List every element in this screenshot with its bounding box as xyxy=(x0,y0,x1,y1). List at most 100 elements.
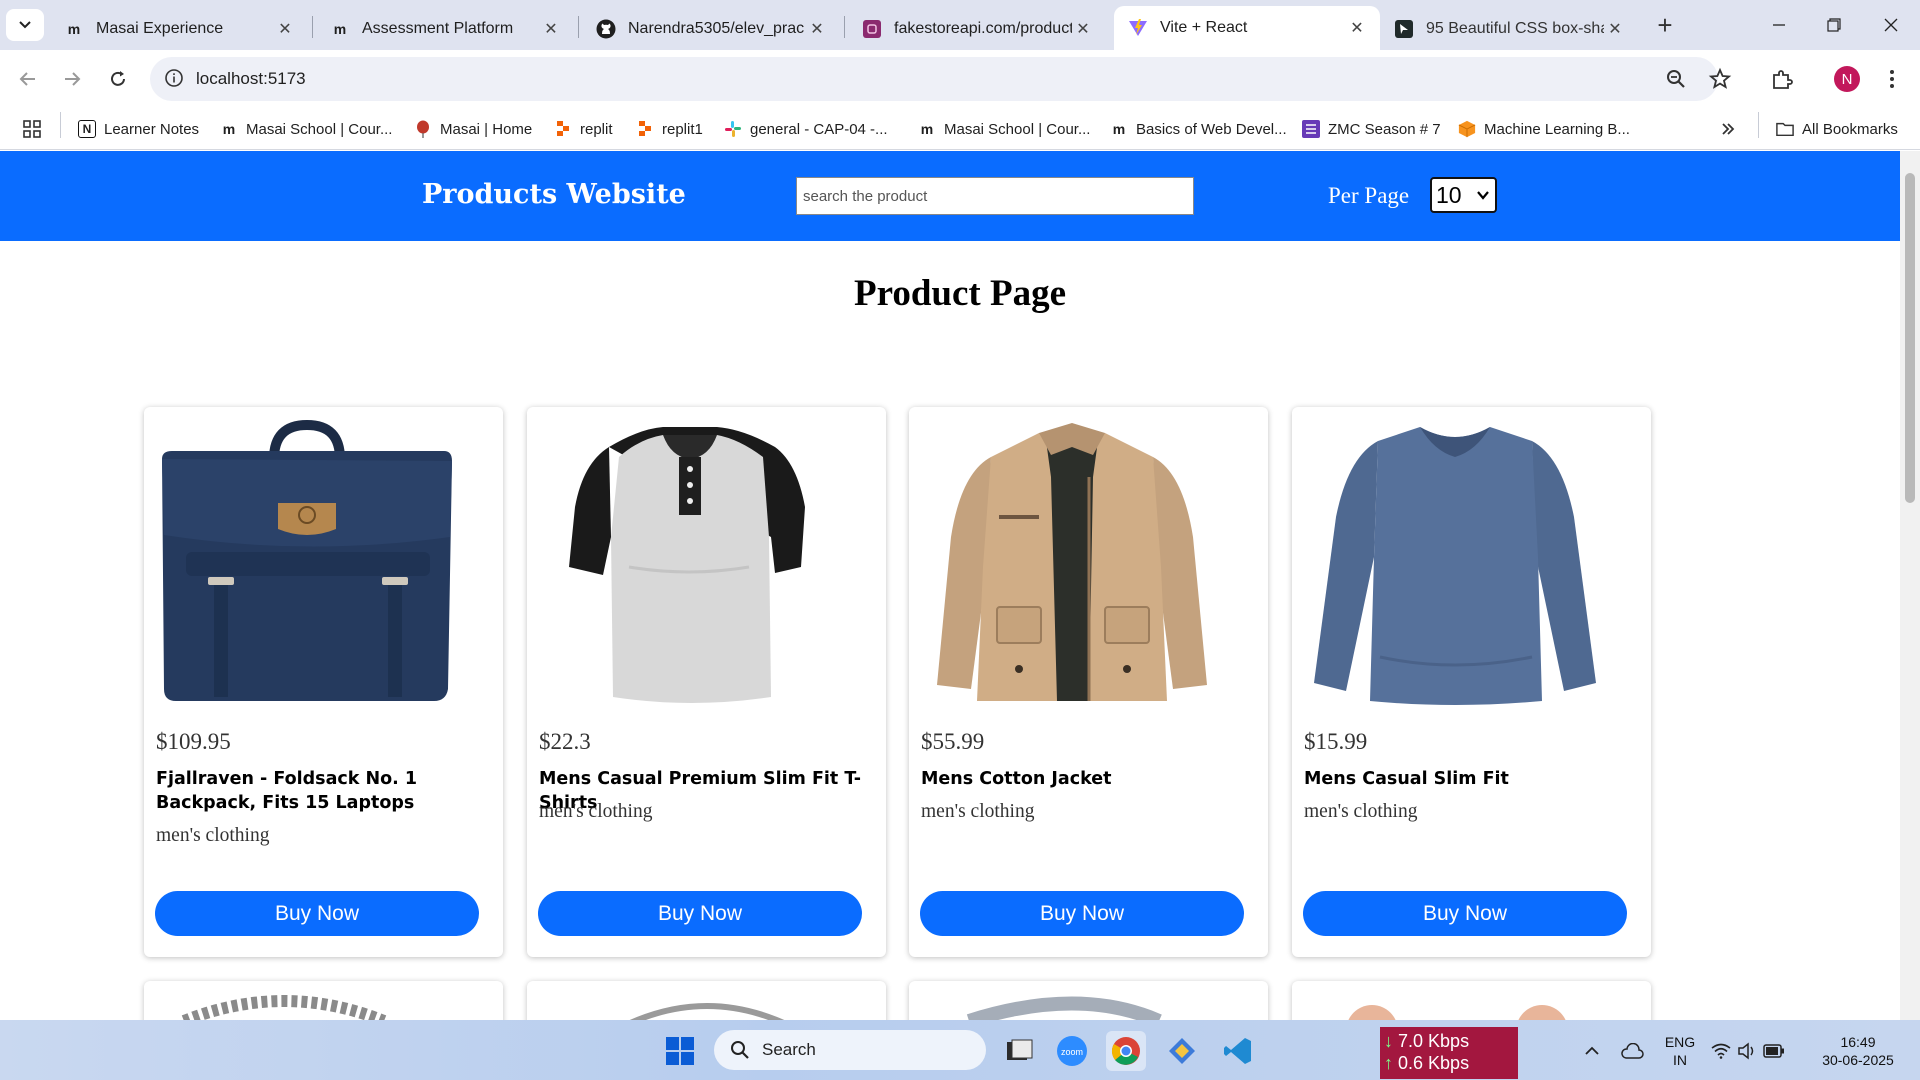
vscode-icon xyxy=(1224,1038,1251,1064)
more-vertical-icon xyxy=(1890,70,1894,88)
minimize-icon xyxy=(1773,24,1785,26)
product-image-jacket[interactable] xyxy=(921,417,1223,707)
folder-icon xyxy=(1776,120,1794,138)
buy-now-button[interactable]: Buy Now xyxy=(1303,891,1627,936)
forward-button[interactable] xyxy=(54,61,90,97)
network-speed-widget: ↓ 7.0 Kbps ↑ 0.6 Kbps xyxy=(1380,1027,1518,1079)
close-icon[interactable]: ✕ xyxy=(274,18,296,40)
clock[interactable]: 16:49 30-06-2025 xyxy=(1808,1033,1908,1069)
tab-vite-react[interactable]: Vite + React ✕ xyxy=(1114,6,1380,50)
tab-fakestoreapi[interactable]: fakestoreapi.com/products ✕ xyxy=(848,8,1106,50)
diamond-app-icon xyxy=(1169,1038,1195,1064)
product-category: men's clothing xyxy=(1304,801,1418,822)
product-image-longsleeve[interactable] xyxy=(1304,417,1606,707)
start-button[interactable] xyxy=(660,1031,700,1071)
close-icon[interactable]: ✕ xyxy=(1604,18,1626,40)
bookmark-masai-course[interactable]: m Masai School | Cour... xyxy=(220,116,393,142)
more-bookmarks-button[interactable] xyxy=(1720,116,1736,142)
product-image-bracelet[interactable] xyxy=(144,981,503,1020)
bookmark-machine-learning[interactable]: Machine Learning B... xyxy=(1458,116,1630,142)
address-bar[interactable]: localhost:5173 xyxy=(150,57,1732,101)
browser-menu-button[interactable] xyxy=(1874,61,1910,97)
extensions-button[interactable] xyxy=(1764,61,1800,97)
product-card xyxy=(909,981,1268,1020)
all-bookmarks-button[interactable]: All Bookmarks xyxy=(1776,116,1898,142)
bookmark-divider xyxy=(60,112,61,138)
language-code: ENG xyxy=(1664,1034,1696,1050)
tab-title: fakestoreapi.com/products xyxy=(894,20,1072,37)
zoom-icon[interactable] xyxy=(1664,67,1688,91)
bookmark-label: Machine Learning B... xyxy=(1484,120,1630,138)
product-card: $55.99 Mens Cotton Jacket men's clothing… xyxy=(909,407,1268,957)
tab-assessment-platform[interactable]: m Assessment Platform ✕ xyxy=(316,8,574,50)
tab-title: Narendra5305/elev_prac xyxy=(628,20,805,37)
tab-masai-experience[interactable]: m Masai Experience ✕ xyxy=(50,8,308,50)
bookmark-slack-general[interactable]: general - CAP-04 -... xyxy=(724,116,888,142)
product-image-backpack[interactable] xyxy=(156,417,458,707)
close-icon[interactable]: ✕ xyxy=(1346,17,1368,39)
svg-text:zoom: zoom xyxy=(1061,1047,1083,1057)
reload-button[interactable] xyxy=(100,61,136,97)
product-image-tshirt[interactable] xyxy=(539,417,841,707)
new-tab-button[interactable]: + xyxy=(1650,10,1680,40)
vscode-app[interactable] xyxy=(1218,1031,1258,1071)
tray-overflow-button[interactable] xyxy=(1572,1031,1612,1071)
back-button[interactable] xyxy=(10,61,46,97)
per-page-select[interactable]: 10 xyxy=(1430,177,1497,213)
clock-time: 16:49 xyxy=(1840,1034,1876,1050)
tab-title: Masai Experience xyxy=(96,20,224,37)
replit-icon xyxy=(554,120,572,138)
bookmark-star-icon[interactable] xyxy=(1708,67,1732,91)
vite-icon xyxy=(1128,18,1148,38)
close-icon[interactable]: ✕ xyxy=(540,18,562,40)
product-price: $55.99 xyxy=(921,729,985,754)
windows-taskbar: Search zoom ↓ 7.0 Kbps ↑ 0.6 Kbps ENG IN… xyxy=(0,1020,1920,1080)
apps-grid-icon xyxy=(23,120,41,138)
tab-css-box-shadow[interactable]: 95 Beautiful CSS box-shad ✕ xyxy=(1380,8,1638,50)
minimize-button[interactable] xyxy=(1750,0,1808,50)
onedrive-button[interactable] xyxy=(1612,1031,1652,1071)
buy-now-button[interactable]: Buy Now xyxy=(155,891,479,936)
bookmark-label: Masai School | Cour... xyxy=(944,120,1091,138)
zoom-app[interactable]: zoom xyxy=(1052,1031,1092,1071)
windows-icon xyxy=(666,1037,694,1065)
close-icon[interactable]: ✕ xyxy=(1072,18,1094,40)
search-icon xyxy=(731,1041,749,1059)
tab-github[interactable]: Narendra5305/elev_prac ✕ xyxy=(582,8,840,50)
bookmark-divider xyxy=(1758,112,1759,138)
restore-button[interactable] xyxy=(1805,0,1863,50)
product-title: Mens Cotton Jacket xyxy=(921,769,1112,789)
tab-search-button[interactable] xyxy=(6,9,44,41)
product-image-ring[interactable] xyxy=(527,981,886,1020)
per-page-value: 10 xyxy=(1436,181,1462,208)
tab-strip: m Masai Experience ✕ m Assessment Platfo… xyxy=(0,0,1920,50)
buy-now-button[interactable]: Buy Now xyxy=(920,891,1244,936)
bookmark-zmc-season[interactable]: ZMC Season # 7 xyxy=(1302,116,1441,142)
buy-now-button[interactable]: Buy Now xyxy=(538,891,862,936)
product-image-earrings[interactable] xyxy=(1292,981,1651,1020)
bookmark-masai-home[interactable]: Masai | Home xyxy=(414,116,532,142)
chevron-up-icon xyxy=(1585,1046,1599,1055)
bookmark-learner-notes[interactable]: N Learner Notes xyxy=(78,116,199,142)
double-chevron-right-icon xyxy=(1722,123,1735,135)
bookmark-replit1[interactable]: replit1 xyxy=(636,116,703,142)
apps-button[interactable] xyxy=(22,116,42,142)
page-title: Product Page xyxy=(853,273,1067,314)
app-launcher[interactable] xyxy=(1162,1031,1202,1071)
page-viewport: Products Website Per Page 10 Product Pag… xyxy=(0,151,1920,1020)
chrome-app[interactable] xyxy=(1106,1031,1146,1071)
scrollbar-thumb[interactable] xyxy=(1905,173,1915,503)
product-image-diamond-ring[interactable] xyxy=(909,981,1268,1020)
close-icon[interactable]: ✕ xyxy=(806,18,828,40)
site-info-icon[interactable] xyxy=(164,68,184,88)
bookmark-masai-course-2[interactable]: m Masai School | Cour... xyxy=(918,116,1091,142)
profile-avatar[interactable]: N xyxy=(1834,66,1860,92)
language-indicator[interactable]: ENG IN xyxy=(1664,1033,1696,1069)
taskbar-search[interactable]: Search xyxy=(714,1030,986,1070)
bookmark-replit[interactable]: replit xyxy=(554,116,613,142)
taskview-button[interactable] xyxy=(1000,1031,1040,1071)
bookmark-web-devel[interactable]: m Basics of Web Devel... xyxy=(1110,116,1287,142)
close-window-button[interactable] xyxy=(1862,0,1920,50)
search-input[interactable] xyxy=(796,177,1194,215)
quick-settings-button[interactable] xyxy=(1708,1031,1788,1071)
